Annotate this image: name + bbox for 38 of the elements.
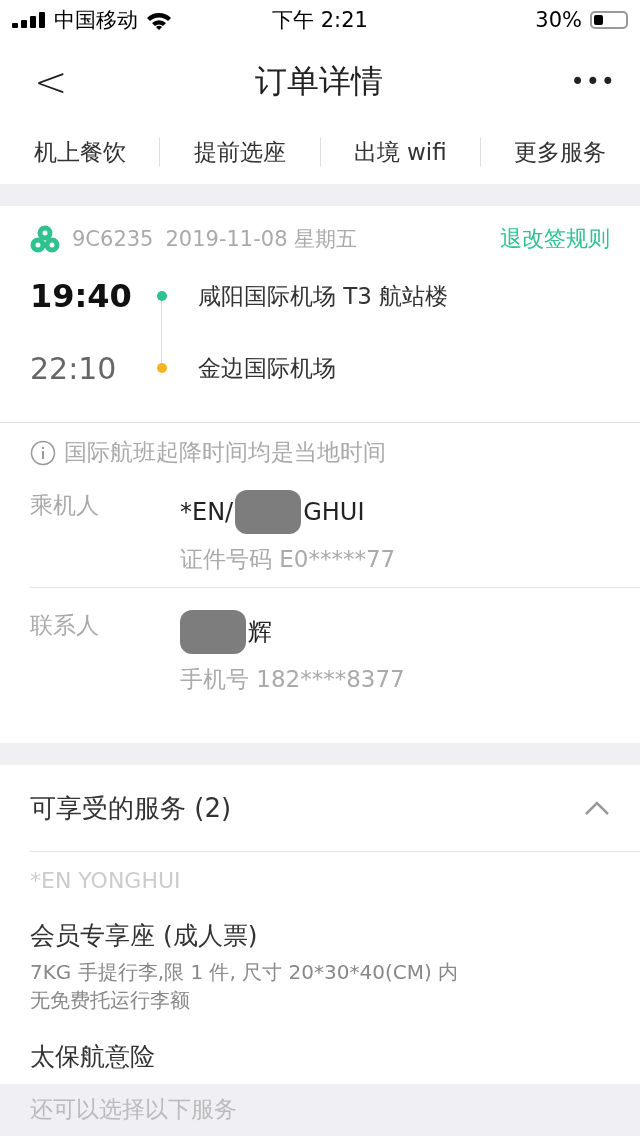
- service-tab[interactable]: 机上餐饮: [0, 136, 160, 168]
- redaction-scribble: [235, 490, 302, 534]
- field-label: 乘机人: [30, 491, 100, 520]
- person-name: *EN/: [180, 498, 234, 526]
- info-icon: [30, 439, 56, 466]
- section-title: 可享受的服务 (2): [30, 791, 232, 825]
- back-button[interactable]: <: [34, 59, 68, 105]
- service-tab[interactable]: 更多服务: [480, 136, 640, 168]
- signal-icon: [12, 12, 46, 28]
- notice-text: 国际航班起降时间均是当地时间: [64, 438, 386, 467]
- flight-number: 9C6235: [72, 227, 154, 251]
- page-title: 订单详情: [255, 61, 383, 102]
- airport-name: 咸阳国际机场 T3 航站楼: [198, 281, 449, 311]
- redaction-scribble: [180, 610, 246, 654]
- person-detail: 手机号 182****8377: [180, 665, 405, 694]
- status-time: 下午 2:21: [272, 7, 368, 34]
- person-name: GHUI: [303, 498, 365, 526]
- airline-logo-icon: [30, 225, 60, 253]
- service-detail: 无免费托运行李额: [30, 987, 191, 1014]
- service-name: 太保航意险: [30, 1041, 156, 1073]
- person-detail: 证件号码 E0*****77: [180, 545, 396, 574]
- flight-date: 2019-11-08 星期五: [165, 226, 358, 253]
- service-name: 会员专享座 (成人票): [30, 920, 259, 952]
- section-title: 还可以选择以下服务: [30, 1096, 237, 1122]
- carrier-name: 中国移动: [54, 7, 138, 34]
- airport-name: 金边国际机场: [198, 353, 336, 383]
- more-button[interactable]: •••: [570, 68, 616, 96]
- flight-time: 22:10: [30, 350, 118, 386]
- flight-time: 19:40: [30, 277, 133, 315]
- chevron-icon[interactable]: [584, 800, 610, 816]
- service-tab[interactable]: 提前选座: [160, 136, 320, 168]
- wifi-icon: [146, 10, 172, 30]
- battery-percent: 30%: [535, 8, 582, 32]
- person-name: 辉: [248, 617, 272, 648]
- service-detail: 7KG 手提行李,限 1 件, 尺寸 20*30*40(CM) 内: [30, 959, 460, 986]
- battery-icon: [590, 11, 628, 29]
- service-tab[interactable]: 出境 wifi: [320, 136, 480, 168]
- field-label: 联系人: [30, 611, 100, 640]
